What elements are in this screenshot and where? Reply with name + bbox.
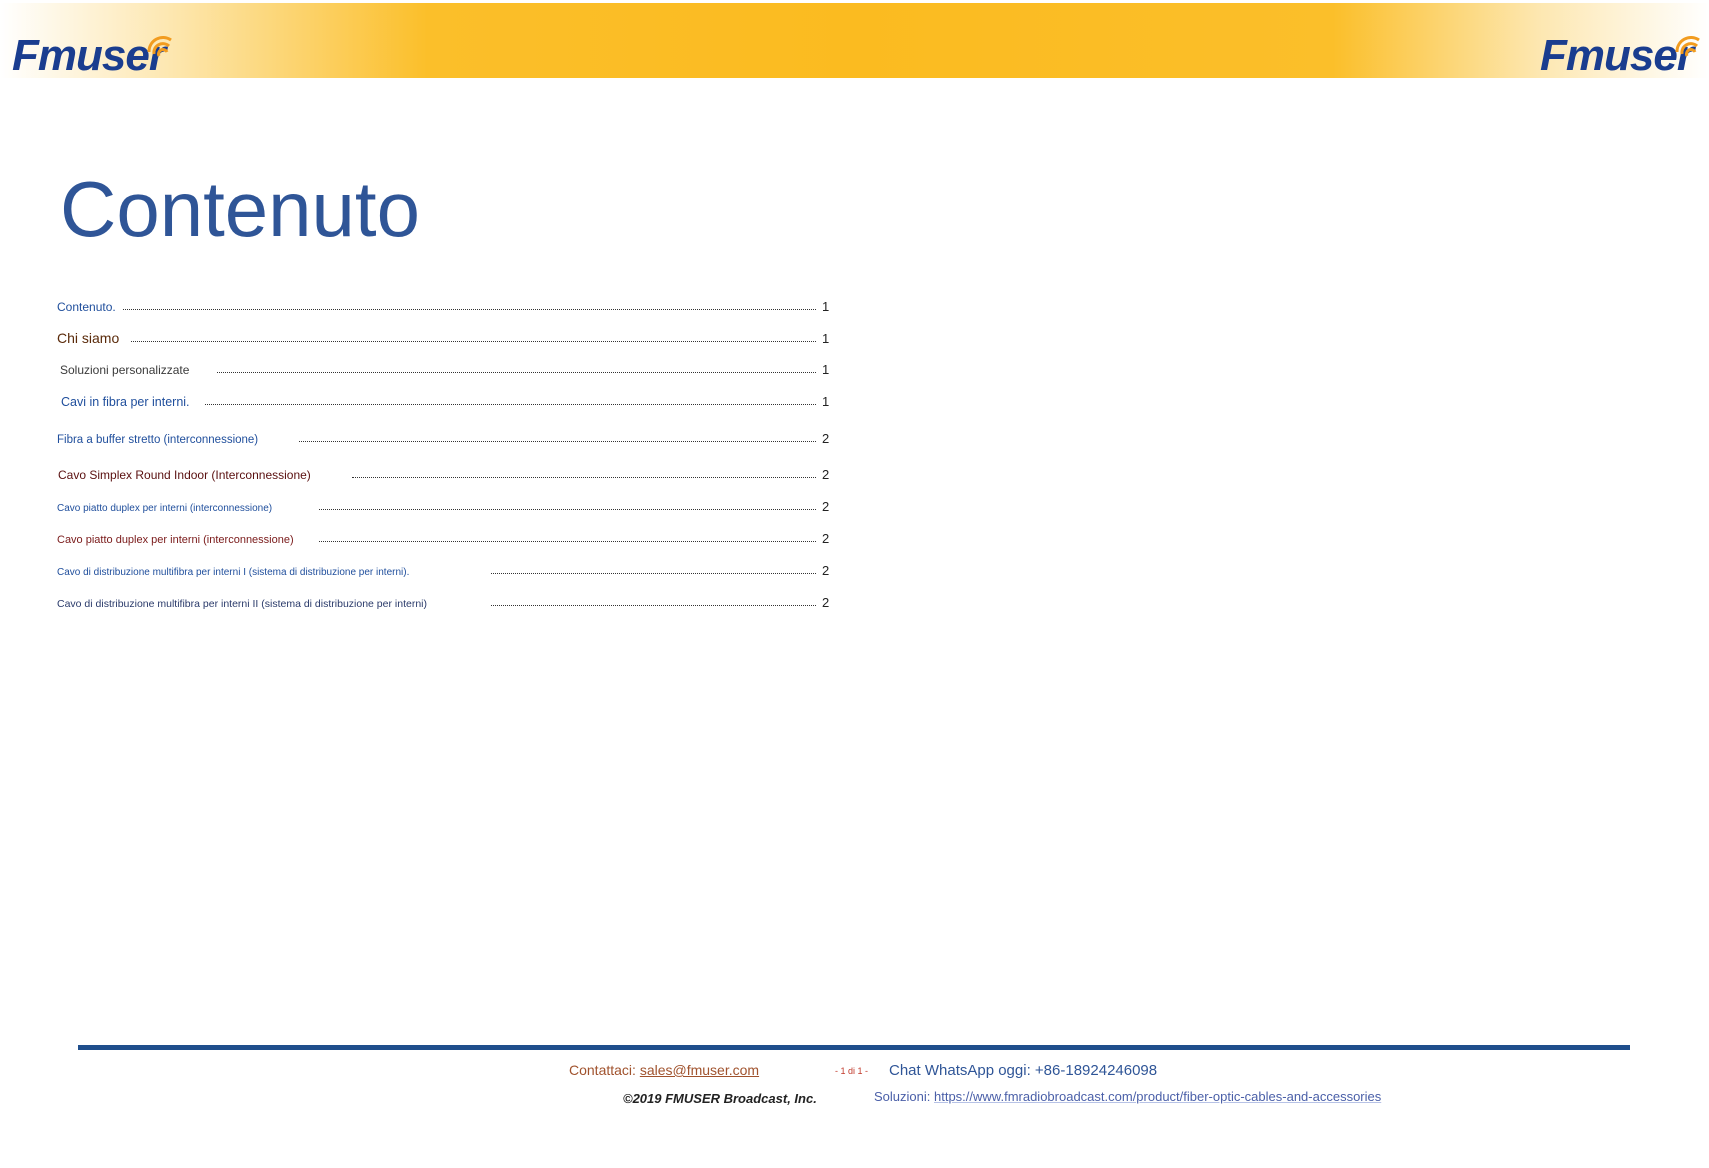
toc-leader-dots — [123, 309, 816, 310]
solutions-label: Soluzioni: — [874, 1089, 931, 1104]
toc-entry-label: Fibra a buffer stretto (interconnessione… — [57, 434, 259, 446]
toc-entry[interactable]: Cavo di distribuzione multifibra per int… — [57, 560, 832, 578]
toc-entry-page: 2 — [822, 499, 830, 514]
toc-leader-dots — [131, 341, 816, 342]
toc-entry-label: Cavo di distribuzione multifibra per int… — [57, 567, 410, 578]
header-band — [0, 3, 1709, 78]
toc-entry-label: Cavi in fibra per interni. — [61, 395, 190, 409]
fmuser-logo-right: Fmuser — [1540, 30, 1705, 82]
toc-entry-label: Cavo Simplex Round Indoor (Interconnessi… — [58, 468, 311, 482]
toc-entry-label: Cavo di distribuzione multifibra per int… — [57, 598, 427, 610]
toc-leader-dots — [299, 441, 816, 442]
toc-leader-dots — [319, 541, 816, 542]
footer-rule — [78, 1045, 1630, 1050]
toc-leader-dots — [319, 509, 816, 510]
toc-entry-page: 2 — [822, 563, 830, 578]
toc-entry[interactable]: Cavo piatto duplex per interni (intercon… — [57, 528, 832, 546]
toc-entry-label: Chi siamo — [57, 330, 120, 346]
contact-email-link[interactable]: sales@fmuser.com — [640, 1062, 759, 1078]
toc-leader-dots — [352, 477, 816, 478]
toc-entry-label: Contenuto. — [57, 300, 116, 314]
toc-entry[interactable]: Contenuto. 1 — [57, 296, 832, 314]
footer-contact: Contattaci: sales@fmuser.com — [569, 1062, 759, 1078]
broadcast-waves-icon — [147, 36, 172, 57]
toc-leader-dots — [491, 605, 816, 606]
toc-entry-page: 1 — [822, 362, 830, 377]
whatsapp-contact: Chat WhatsApp oggi: +86-18924246098 — [889, 1062, 1158, 1079]
logo-wordmark: Fmuser — [1540, 31, 1694, 80]
footer-solutions: Soluzioni: https://www.fmradiobroadcast.… — [874, 1089, 1381, 1104]
toc-entry-page: 2 — [822, 595, 830, 610]
copyright-notice: ©2019 FMUSER Broadcast, Inc. — [623, 1091, 817, 1106]
toc-entry[interactable]: Cavi in fibra per interni. 1 — [57, 391, 832, 409]
contact-label: Contattaci: — [569, 1062, 636, 1078]
toc-entry-page: 1 — [822, 394, 830, 409]
toc-leader-dots — [205, 404, 816, 405]
toc-entry-page: 1 — [822, 331, 830, 346]
toc-entry-page: 2 — [822, 431, 830, 446]
fmuser-logo-left: Fmuser — [12, 30, 177, 82]
page-indicator: - 1 di 1 - — [835, 1066, 869, 1076]
toc-entry[interactable]: Cavo piatto duplex per interni (intercon… — [57, 496, 832, 514]
toc-entry[interactable]: Fibra a buffer stretto (interconnessione… — [57, 428, 832, 446]
toc-entry-label: Cavo piatto duplex per interni (intercon… — [57, 534, 294, 546]
toc-entry-page: 2 — [822, 467, 830, 482]
broadcast-waves-icon — [1675, 36, 1700, 57]
toc-entry-page: 1 — [822, 299, 830, 314]
toc-entry[interactable]: Cavo Simplex Round Indoor (Interconnessi… — [57, 464, 832, 482]
toc-entry-label: Cavo piatto duplex per interni (intercon… — [57, 503, 273, 514]
toc-leader-dots — [217, 372, 816, 373]
logo-wordmark: Fmuser — [12, 31, 166, 80]
toc-entry[interactable]: Cavo di distribuzione multifibra per int… — [57, 592, 832, 610]
page-title: Contenuto — [60, 165, 420, 253]
toc-entry[interactable]: Chi siamo 1 — [57, 328, 832, 346]
toc-entry-page: 2 — [822, 531, 830, 546]
toc-entry[interactable]: Soluzioni personalizzate 1 — [57, 359, 832, 377]
toc-entry-label: Soluzioni personalizzate — [60, 363, 190, 377]
toc-leader-dots — [491, 573, 816, 574]
solutions-link[interactable]: https://www.fmradiobroadcast.com/product… — [934, 1089, 1381, 1104]
